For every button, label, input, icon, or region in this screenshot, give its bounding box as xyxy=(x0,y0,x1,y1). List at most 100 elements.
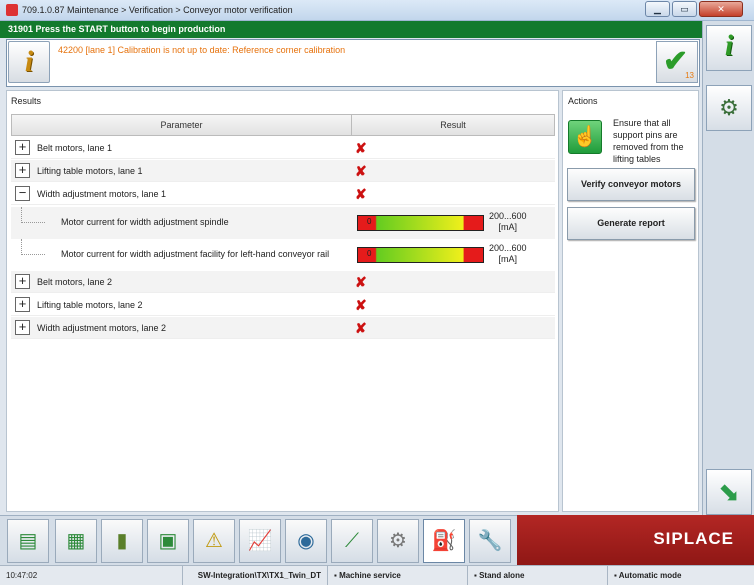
bar-chart-icon: ▮ xyxy=(116,530,128,552)
status-mode-text: Automatic mode xyxy=(618,571,682,580)
fail-icon: ✘ xyxy=(355,274,367,290)
table-row[interactable]: + Lifting table motors, lane 2 ✘ xyxy=(11,294,555,316)
window-title: 709.1.0.87 Maintenance > Verification > … xyxy=(22,5,293,15)
table-row[interactable]: − Width adjustment motors, lane 1 ✘ xyxy=(11,183,555,205)
expand-toggle[interactable]: + xyxy=(15,297,30,312)
message-count: 13 xyxy=(685,71,694,80)
unit-text: [mA] xyxy=(498,254,518,264)
results-panel: Results Parameter Result + Belt motors, … xyxy=(6,90,559,512)
status-mode-text: Machine service xyxy=(339,571,401,580)
status-bar: 10:47:02 SW-Integration\TX\TX1_Twin_DT ▪… xyxy=(0,565,754,585)
fail-icon: ✘ xyxy=(355,186,367,202)
board-button[interactable]: ▣ xyxy=(147,519,189,563)
info-icon: i xyxy=(724,29,734,62)
maintenance-button[interactable]: ⛽ xyxy=(423,519,465,563)
brand-logo: SIPLACE xyxy=(517,515,754,565)
acknowledge-button[interactable]: ✔ 13 xyxy=(656,41,698,83)
subrow-label: Motor current for width adjustment facil… xyxy=(61,249,330,259)
hand-gear-icon: ⚙ xyxy=(389,530,407,552)
range-label: 200...600 [mA] xyxy=(489,211,527,233)
tree-line xyxy=(21,239,45,255)
table-row[interactable]: + Lifting table motors, lane 1 ✘ xyxy=(11,160,555,182)
fail-icon: ✘ xyxy=(355,140,367,156)
table-row[interactable]: + Width adjustment motors, lane 2 ✘ xyxy=(11,317,555,339)
unit-text: [mA] xyxy=(498,222,518,232)
range-label: 200...600 [mA] xyxy=(489,243,527,265)
tree-line xyxy=(21,207,45,223)
table-subrow[interactable]: Motor current for width adjustment spind… xyxy=(11,207,555,239)
status-mode-text: Stand alone xyxy=(479,571,525,580)
line-chart-icon: 📈 xyxy=(247,530,273,552)
status-time: 10:47:02 xyxy=(0,566,183,585)
info-icon: i xyxy=(24,45,34,78)
row-label: Belt motors, lane 2 xyxy=(37,277,113,287)
results-header: Results xyxy=(11,96,42,106)
table-button[interactable]: ▦ xyxy=(55,519,97,563)
oilcan-icon: ⛽ xyxy=(431,530,457,552)
stack-button[interactable]: ▤ xyxy=(7,519,49,563)
row-label: Width adjustment motors, lane 1 xyxy=(37,189,167,199)
gauge-value: 0 xyxy=(367,249,372,258)
nozzle-button[interactable]: ⟋ xyxy=(331,519,373,563)
bar-chart-button[interactable]: ▮ xyxy=(101,519,143,563)
minimize-icon: ▁ xyxy=(654,4,661,14)
row-label: Belt motors, lane 1 xyxy=(37,143,113,153)
warning-icon: ⚠ xyxy=(205,530,223,552)
camera-icon: ◉ xyxy=(297,530,315,552)
fail-icon: ✘ xyxy=(355,297,367,313)
row-label: Lifting table motors, lane 1 xyxy=(37,166,143,176)
stack-icon: ▤ xyxy=(18,530,38,552)
wrench-button[interactable]: 🔧 xyxy=(469,519,511,563)
expand-toggle[interactable]: + xyxy=(15,140,30,155)
result-gauge: 0 xyxy=(357,247,484,263)
gauge-value: 0 xyxy=(367,217,372,226)
table-subrow[interactable]: Motor current for width adjustment facil… xyxy=(11,239,555,271)
hand-gear-button[interactable]: ⚙ xyxy=(377,519,419,563)
navigate-button[interactable]: ⬊ xyxy=(706,469,752,515)
message-text: 42200 [lane 1] Calibration is not up to … xyxy=(58,45,346,55)
maximize-icon: ▭ xyxy=(680,4,689,14)
collapse-toggle[interactable]: − xyxy=(15,186,30,201)
expand-toggle[interactable]: + xyxy=(15,320,30,335)
status-station: SW-Integration\TX\TX1_Twin_DT xyxy=(183,566,328,585)
row-label: Width adjustment motors, lane 2 xyxy=(37,323,167,333)
actions-header: Actions xyxy=(568,96,598,106)
table-row[interactable]: + Belt motors, lane 1 ✘ xyxy=(11,137,555,159)
title-bar: 709.1.0.87 Maintenance > Verification > … xyxy=(0,0,754,21)
board-icon: ▣ xyxy=(158,530,178,552)
status-machine-service: ▪ Machine service xyxy=(328,566,468,585)
range-text: 200...600 xyxy=(489,211,527,221)
status-automatic-mode: ▪ Automatic mode xyxy=(608,566,754,585)
fail-icon: ✘ xyxy=(355,320,367,336)
verify-conveyor-motors-button[interactable]: Verify conveyor motors xyxy=(567,168,695,201)
table-icon: ▦ xyxy=(66,530,86,552)
result-gauge: 0 xyxy=(357,215,484,231)
minimize-button[interactable]: ▁ xyxy=(645,1,670,17)
table-row[interactable]: + Belt motors, lane 2 ✘ xyxy=(11,271,555,293)
wrench-icon: 🔧 xyxy=(477,530,503,552)
parameter-column-header[interactable]: Parameter xyxy=(12,115,352,135)
camera-button[interactable]: ◉ xyxy=(285,519,327,563)
warning-button[interactable]: ⚠ xyxy=(193,519,235,563)
production-banner: 31901 Press the START button to begin pr… xyxy=(0,21,754,38)
nozzle-icon: ⟋ xyxy=(345,530,359,552)
close-button[interactable]: ✕ xyxy=(699,1,743,17)
right-toolbar: i ⚙ ⬊ xyxy=(702,21,754,515)
close-icon: ✕ xyxy=(717,4,725,14)
line-chart-button[interactable]: 📈 xyxy=(239,519,281,563)
result-column-header[interactable]: Result xyxy=(352,115,554,135)
expand-toggle[interactable]: + xyxy=(15,274,30,289)
verification-view-button[interactable]: ⚙ xyxy=(706,85,752,131)
message-info-button[interactable]: i xyxy=(8,41,50,83)
actions-panel: Actions ☝ Ensure that all support pins a… xyxy=(562,90,699,512)
hand-icon: ☝ xyxy=(568,120,602,154)
expand-toggle[interactable]: + xyxy=(15,163,30,178)
subrow-label: Motor current for width adjustment spind… xyxy=(61,217,229,227)
generate-report-button[interactable]: Generate report xyxy=(567,207,695,240)
results-table-header: Parameter Result xyxy=(11,114,555,136)
info-panel-button[interactable]: i xyxy=(706,25,752,71)
range-text: 200...600 xyxy=(489,243,527,253)
maximize-button[interactable]: ▭ xyxy=(672,1,697,17)
gear-check-icon: ⚙ xyxy=(719,95,739,120)
app-icon xyxy=(6,4,18,16)
